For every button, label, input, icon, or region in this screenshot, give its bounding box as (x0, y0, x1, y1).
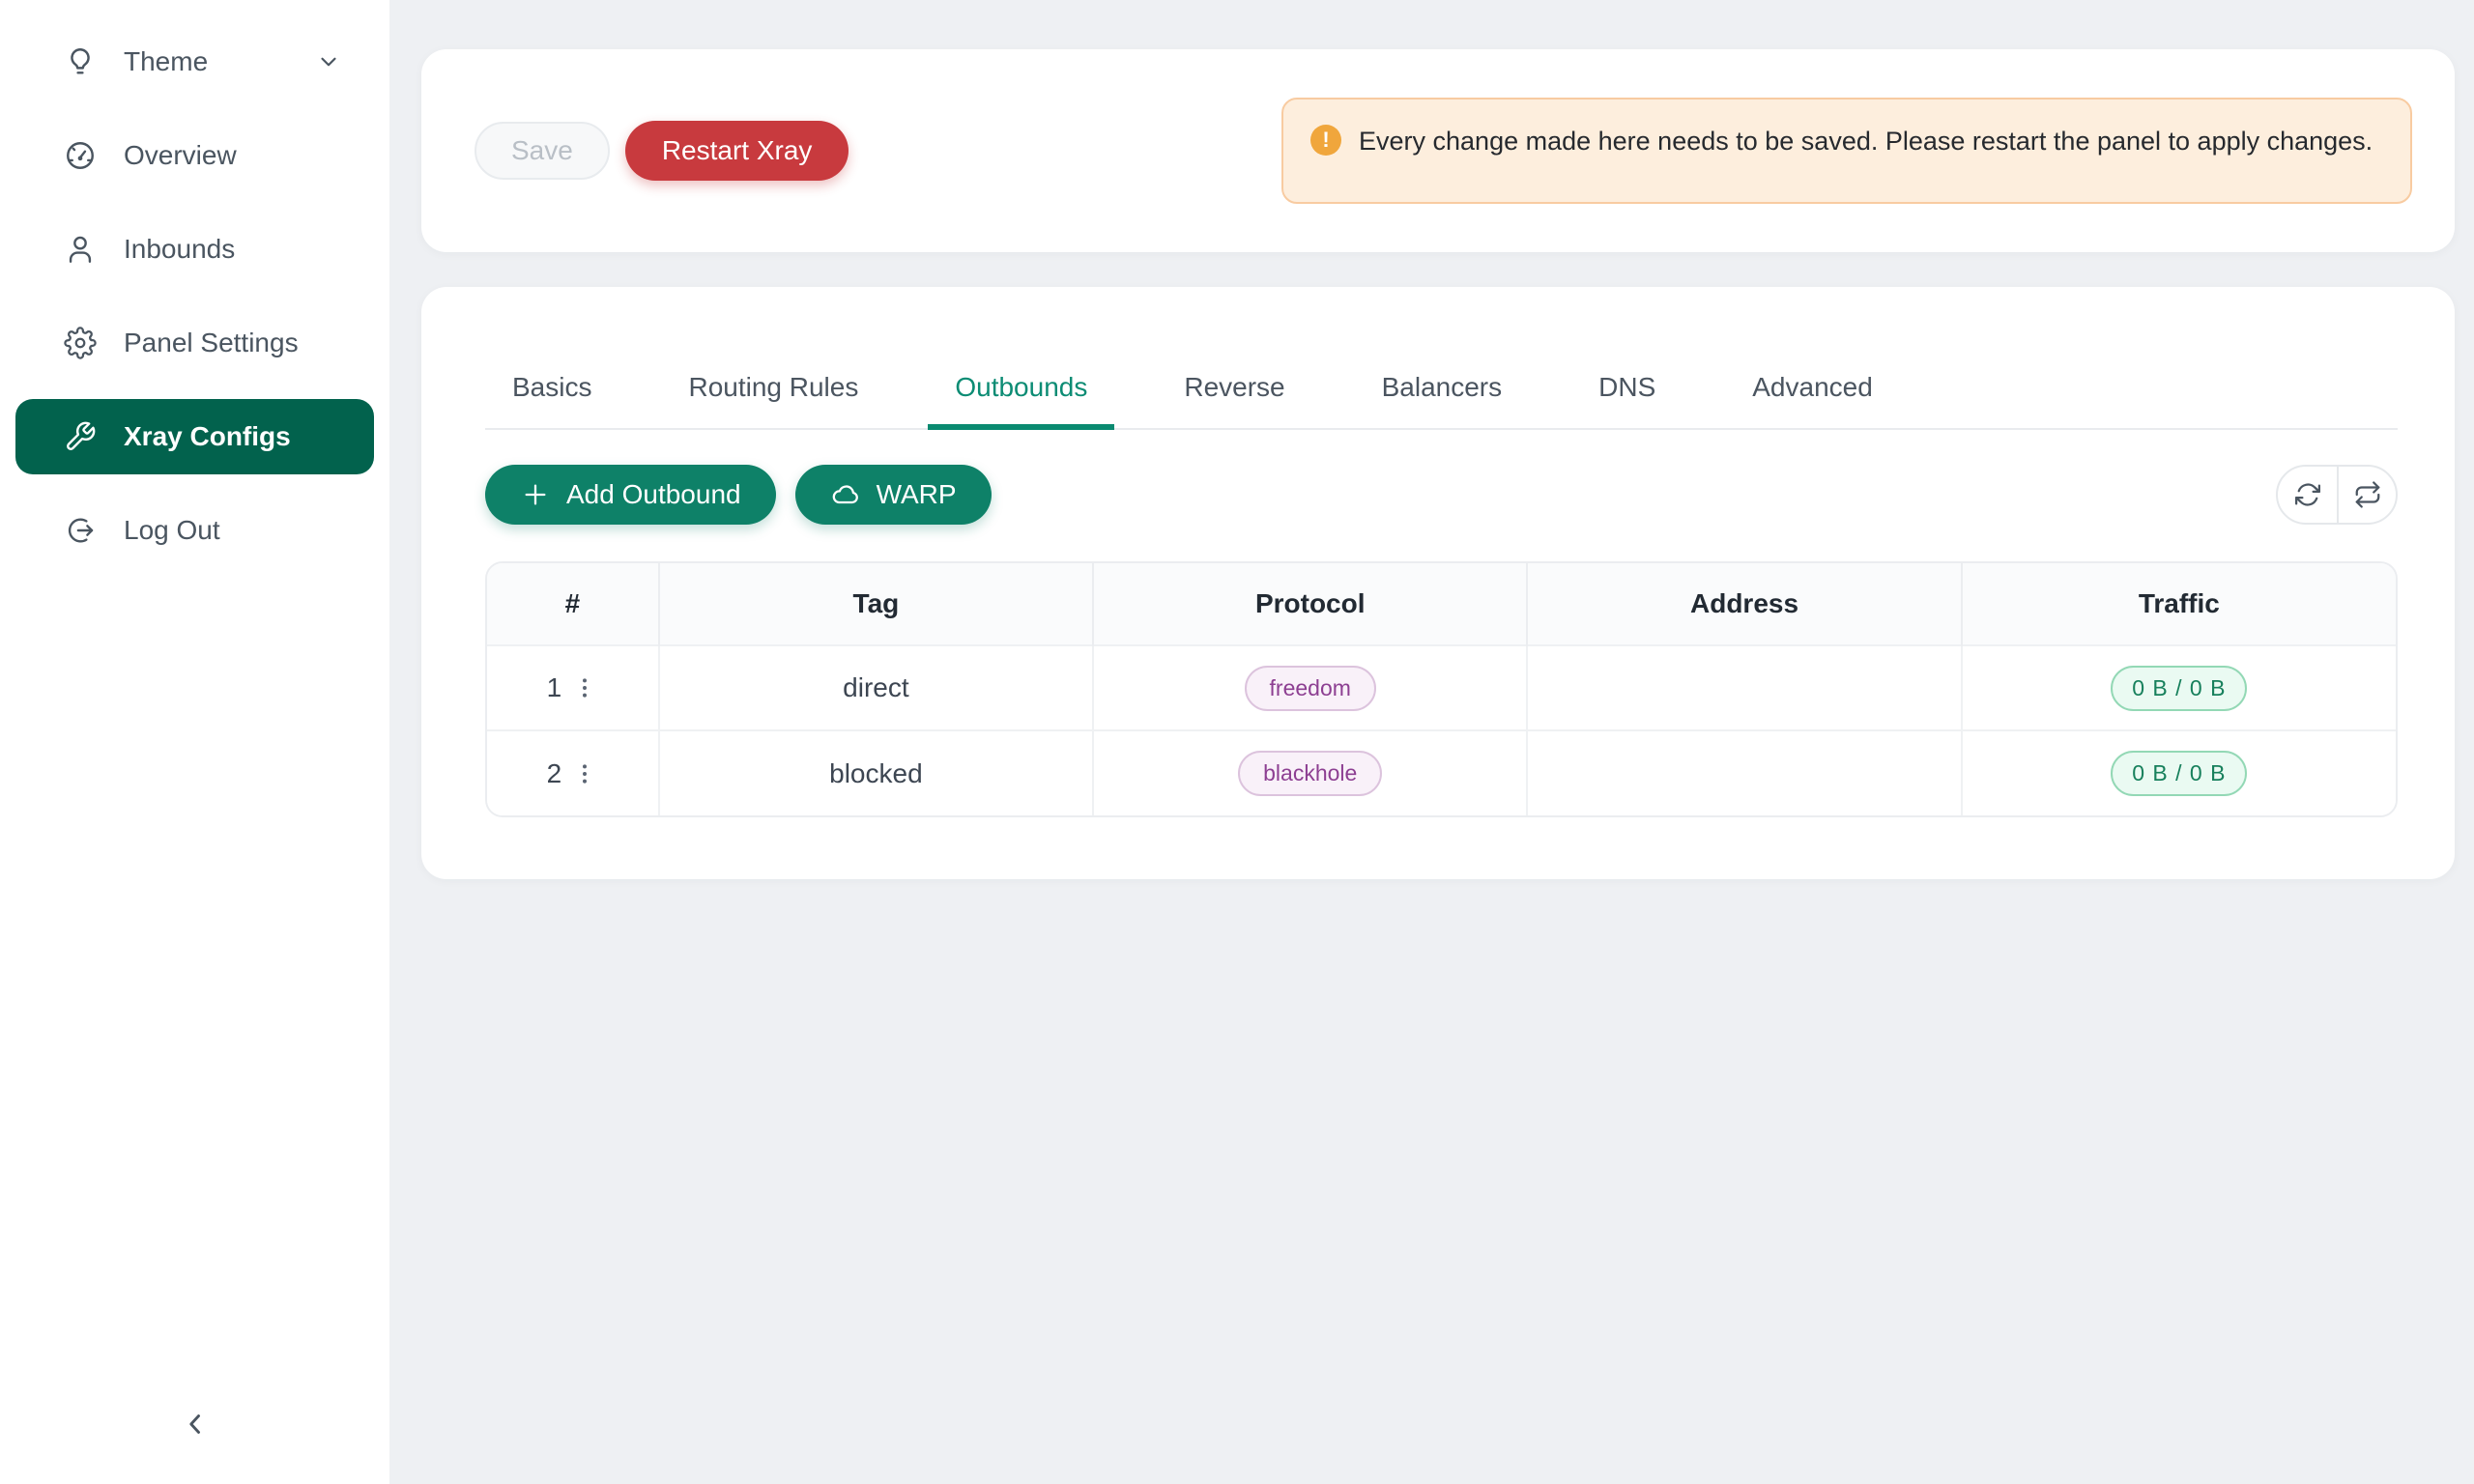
wrench-icon (64, 420, 97, 453)
tab-advanced[interactable]: Advanced (1725, 372, 1900, 428)
sidebar-item-overview[interactable]: Overview (15, 118, 374, 193)
sidebar-item-xray-configs[interactable]: Xray Configs (15, 399, 374, 474)
table-header-row: # Tag Protocol Address Traffic (487, 563, 2396, 645)
sidebar-item-label: Theme (124, 46, 208, 77)
sidebar-item-label: Log Out (124, 515, 220, 546)
table-row: 2 blocked blackhole (487, 730, 2396, 815)
sidebar: Theme Overview Inbounds Panel Settings (0, 0, 389, 1484)
add-outbound-button[interactable]: Add Outbound (485, 465, 776, 525)
restart-xray-button[interactable]: Restart Xray (625, 121, 849, 181)
column-header-protocol: Protocol (1093, 563, 1527, 645)
column-header-traffic: Traffic (1962, 563, 2396, 645)
sidebar-item-theme[interactable]: Theme (15, 24, 374, 100)
traffic-badge: 0 B / 0 B (2111, 666, 2247, 711)
config-tabs: Basics Routing Rules Outbounds Reverse B… (485, 287, 2398, 430)
chevron-down-icon (316, 49, 341, 74)
protocol-cell: freedom (1093, 645, 1527, 730)
warning-alert: ! Every change made here needs to be sav… (1281, 98, 2412, 204)
row-number: 1 (547, 672, 562, 703)
sidebar-item-label: Panel Settings (124, 328, 299, 358)
tag-cell: direct (659, 645, 1093, 730)
sidebar-item-inbounds[interactable]: Inbounds (15, 212, 374, 287)
table-row: 1 direct freedom (487, 645, 2396, 730)
column-header-address: Address (1527, 563, 1961, 645)
sidebar-item-label: Inbounds (124, 234, 235, 265)
user-icon (64, 233, 97, 266)
table-actions-group (2276, 465, 2398, 525)
sidebar-collapse-button[interactable] (164, 1393, 226, 1455)
xray-configs-card: Basics Routing Rules Outbounds Reverse B… (421, 287, 2455, 879)
save-button[interactable]: Save (475, 122, 610, 180)
outbounds-table: # Tag Protocol Address Traffic 1 (485, 561, 2398, 817)
protocol-badge: blackhole (1238, 751, 1382, 796)
row-menu-button[interactable] (571, 760, 598, 787)
protocol-badge: freedom (1245, 666, 1376, 711)
traffic-cell: 0 B / 0 B (1962, 730, 2396, 815)
main-content: Save Restart Xray ! Every change made he… (389, 0, 2474, 1484)
traffic-cell: 0 B / 0 B (1962, 645, 2396, 730)
warning-icon: ! (1310, 125, 1341, 156)
sidebar-item-label: Overview (124, 140, 237, 171)
more-vertical-icon (571, 760, 598, 787)
column-header-index: # (487, 563, 659, 645)
sidebar-item-label: Xray Configs (124, 421, 291, 452)
cloud-icon (830, 479, 861, 510)
traffic-badge: 0 B / 0 B (2111, 751, 2247, 796)
sidebar-item-panel-settings[interactable]: Panel Settings (15, 305, 374, 381)
row-number: 2 (547, 758, 562, 789)
tag-cell: blocked (659, 730, 1093, 815)
address-cell (1527, 645, 1961, 730)
chevron-left-icon (179, 1408, 212, 1441)
repeat-icon (2353, 480, 2382, 509)
column-header-tag: Tag (659, 563, 1093, 645)
row-menu-button[interactable] (571, 674, 598, 701)
address-cell (1527, 730, 1961, 815)
outbounds-toolbar: Add Outbound WARP (485, 465, 2398, 525)
gauge-icon (64, 139, 97, 172)
add-outbound-label: Add Outbound (566, 479, 741, 510)
gear-icon (64, 327, 97, 359)
lightbulb-icon (64, 45, 97, 78)
sidebar-item-log-out[interactable]: Log Out (15, 493, 374, 568)
action-bar-card: Save Restart Xray ! Every change made he… (421, 49, 2455, 252)
tab-dns[interactable]: DNS (1571, 372, 1683, 428)
tab-routing-rules[interactable]: Routing Rules (661, 372, 885, 428)
tab-outbounds[interactable]: Outbounds (928, 372, 1114, 428)
refresh-button[interactable] (2278, 467, 2337, 523)
tab-reverse[interactable]: Reverse (1157, 372, 1311, 428)
plus-icon (520, 479, 551, 510)
logout-icon (64, 514, 97, 547)
warp-button[interactable]: WARP (795, 465, 992, 525)
tab-basics[interactable]: Basics (485, 372, 618, 428)
repeat-button[interactable] (2337, 467, 2396, 523)
tab-balancers[interactable]: Balancers (1355, 372, 1530, 428)
protocol-cell: blackhole (1093, 730, 1527, 815)
refresh-icon (2293, 480, 2322, 509)
more-vertical-icon (571, 674, 598, 701)
warp-label: WARP (877, 479, 957, 510)
warning-alert-text: Every change made here needs to be saved… (1359, 121, 2373, 162)
